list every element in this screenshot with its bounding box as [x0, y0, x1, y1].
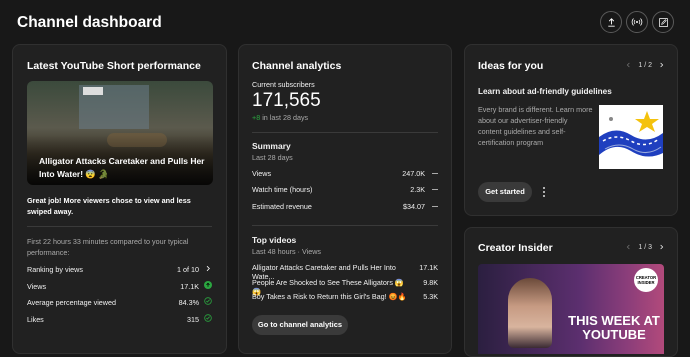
upload-icon	[606, 17, 617, 28]
short-thumbnail[interactable]: Alligator Attacks Caretaker and Pulls He…	[27, 81, 213, 185]
summary-row: Watch time (hours) 2.3K	[252, 185, 438, 197]
stat-value: 17.1K	[180, 282, 199, 291]
summary-value: $34.07	[403, 202, 425, 211]
stat-row-views: Views 17.1K	[27, 281, 212, 294]
summary-value: 2.3K	[410, 185, 425, 194]
top-videos-list: Alligator Attacks Caretaker and Pulls He…	[252, 263, 438, 313]
stat-value: 1 of 10	[177, 265, 199, 274]
insider-pager: 1 / 3	[625, 243, 665, 251]
summary-title: Summary	[252, 141, 291, 151]
top-video-views: 5.3K	[423, 292, 438, 301]
chevron-right-icon[interactable]	[658, 243, 665, 251]
summary-row: Views 247.0K	[252, 169, 438, 181]
pager-text: 1 / 2	[638, 61, 652, 69]
stat-label: Likes	[27, 315, 44, 324]
upload-button[interactable]	[600, 11, 622, 33]
card-title: Channel analytics	[252, 60, 342, 72]
go-live-button[interactable]	[626, 11, 648, 33]
summary-label: Views	[252, 169, 272, 178]
creator-insider-card: Creator Insider 1 / 3 CREATOR INSIDER TH…	[464, 227, 678, 357]
live-icon	[631, 16, 643, 28]
stat-label: Ranking by views	[27, 265, 83, 274]
edit-icon	[658, 17, 669, 28]
short-summary: Great job! More viewers chose to view an…	[27, 196, 191, 216]
summary-table: Views 247.0K Watch time (hours) 2.3K Est…	[252, 169, 438, 219]
stat-row-avg-viewed: Average percentage viewed 84.3%	[27, 297, 212, 310]
idea-illustration	[599, 105, 663, 169]
chevron-right-icon[interactable]	[658, 61, 665, 69]
card-title: Ideas for you	[478, 60, 544, 72]
summary-row: Estimated revenue $34.07	[252, 202, 438, 214]
idea-body: Every brand is different. Learn more abo…	[478, 105, 593, 147]
stat-value: 84.3%	[178, 298, 199, 307]
stat-row-ranking[interactable]: Ranking by views 1 of 10	[27, 265, 212, 277]
top-video-views: 9.8K	[423, 278, 438, 287]
get-started-button[interactable]: Get started	[478, 182, 532, 202]
stat-value: 315	[187, 315, 199, 324]
top-videos-title: Top videos	[252, 235, 297, 245]
stat-row-likes: Likes 315	[27, 314, 212, 327]
edit-button[interactable]	[652, 11, 674, 33]
latest-short-card: Latest YouTube Short performance Alligat…	[12, 44, 227, 354]
ideas-pager: 1 / 2	[625, 61, 665, 69]
check-circle-icon	[204, 314, 212, 322]
more-vert-icon[interactable]	[541, 186, 547, 198]
chevron-left-icon[interactable]	[625, 61, 632, 69]
summary-period: Last 28 days	[252, 153, 293, 162]
divider	[27, 226, 212, 227]
subscribers-count: 171,565	[252, 90, 321, 111]
top-video-row[interactable]: People Are Shocked to See These Alligato…	[252, 278, 438, 296]
subscribers-change-period: in last 28 days	[262, 113, 309, 122]
summary-value: 247.0K	[402, 169, 425, 178]
check-circle-icon	[204, 297, 212, 305]
dash-icon	[432, 202, 438, 207]
page-title: Channel dashboard	[17, 14, 162, 31]
top-video-title: Boy Takes a Risk to Return this Girl's B…	[252, 292, 407, 301]
presenter-figure	[508, 278, 552, 348]
pager-text: 1 / 3	[638, 243, 652, 251]
short-stats: Ranking by views 1 of 10 Views 17.1K Ave…	[27, 265, 212, 325]
insider-banner-text: THIS WEEK AT YOUTUBE	[568, 313, 660, 342]
top-video-views: 17.1K	[419, 263, 438, 272]
compare-text: First 22 hours 33 minutes compared to yo…	[27, 237, 189, 257]
dash-icon	[432, 169, 438, 174]
ideas-card: Ideas for you 1 / 2 Learn about ad-frien…	[464, 44, 678, 216]
top-video-row[interactable]: Alligator Attacks Caretaker and Pulls He…	[252, 263, 438, 281]
subscribers-change: +8 in last 28 days	[252, 113, 308, 122]
top-video-row[interactable]: Boy Takes a Risk to Return this Girl's B…	[252, 292, 438, 304]
card-title: Latest YouTube Short performance	[27, 60, 201, 72]
idea-heading: Learn about ad-friendly guidelines	[478, 87, 612, 96]
summary-label: Watch time (hours)	[252, 185, 313, 194]
summary-label: Estimated revenue	[252, 202, 312, 211]
up-arrow-icon	[204, 281, 212, 289]
chevron-left-icon[interactable]	[625, 243, 632, 251]
go-to-analytics-button[interactable]: Go to channel analytics	[252, 315, 348, 335]
chevron-right-icon	[204, 264, 212, 273]
stat-label: Average percentage viewed	[27, 298, 116, 307]
channel-analytics-card: Channel analytics Current subscribers 17…	[238, 44, 452, 354]
dash-icon	[432, 185, 438, 190]
divider	[252, 225, 438, 226]
subscribers-change-value: +8	[252, 113, 261, 122]
short-caption: Alligator Attacks Caretaker and Pulls He…	[39, 156, 205, 179]
card-title: Creator Insider	[478, 242, 553, 254]
divider	[252, 132, 438, 133]
top-videos-period: Last 48 hours · Views	[252, 247, 321, 256]
creator-insider-badge: CREATOR INSIDER	[634, 268, 658, 292]
stat-label: Views	[27, 282, 47, 291]
subscribers-label: Current subscribers	[252, 80, 315, 89]
